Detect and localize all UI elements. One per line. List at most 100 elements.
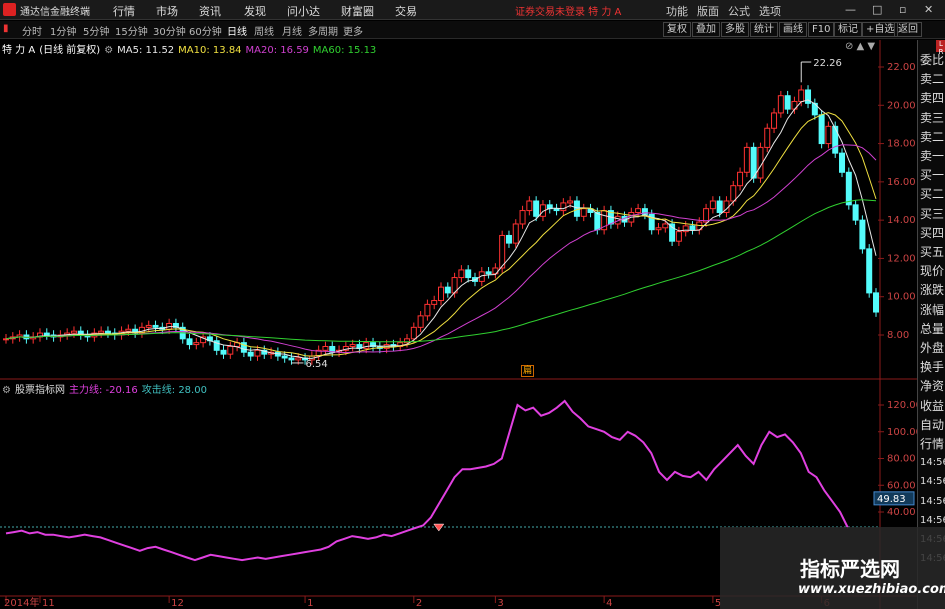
candle-body	[322, 345, 329, 351]
candle-body	[533, 200, 540, 217]
time-tick-label: 4	[606, 598, 612, 609]
price-tick-label: 20.00	[887, 100, 916, 111]
panel-item-17[interactable]: 净资	[920, 378, 945, 394]
price-tick-label: 8.00	[887, 330, 909, 341]
buy-signal-icon	[433, 523, 445, 532]
panel-item-15[interactable]: 外盘	[920, 340, 945, 356]
panel-item-5[interactable]: 卖一	[920, 148, 945, 164]
candle-body	[410, 326, 417, 340]
price-tick-label: 12.00	[887, 253, 916, 264]
candle-body	[295, 357, 302, 361]
ma5-label: MA5: 11.52	[117, 45, 175, 56]
candle-body	[505, 234, 512, 244]
corner-badge: L R	[936, 40, 945, 56]
candle-body	[798, 89, 805, 102]
candle-body	[764, 127, 771, 148]
panel-item-22[interactable]: 14:56	[920, 474, 945, 490]
panel-item-6[interactable]: 买一	[920, 167, 945, 183]
panel-item-12[interactable]: 涨跌	[920, 282, 945, 298]
candle-body	[573, 200, 580, 217]
candle-body	[567, 200, 574, 204]
candle-body	[288, 357, 295, 361]
candle-body	[145, 324, 152, 328]
panel-item-0[interactable]: 委比	[920, 52, 945, 68]
main-force-line-label: 主力线: -20.16	[68, 385, 138, 396]
panel-item-16[interactable]: 换手	[920, 359, 945, 375]
candle-body	[485, 271, 492, 275]
candle-body	[689, 225, 696, 231]
panel-item-21[interactable]: 14:56	[920, 455, 945, 471]
panel-item-1[interactable]: 卖二	[920, 71, 945, 87]
candle-body	[363, 342, 370, 349]
ind-tick-label: 60.00	[887, 480, 916, 491]
candle-body	[709, 200, 716, 210]
high-label: 22.26	[813, 58, 842, 69]
candle-body	[247, 351, 254, 357]
candle-body	[716, 200, 723, 213]
time-tick-label: 1	[307, 598, 313, 609]
panel-item-13[interactable]: 涨幅	[920, 302, 945, 318]
candle-body	[424, 303, 431, 317]
attack-line-label: 攻击线: 28.00	[141, 385, 207, 396]
ma10-label: MA10: 13.84	[178, 45, 242, 56]
candle-body	[526, 200, 533, 212]
panel-item-19[interactable]: 自动	[920, 417, 945, 433]
candle-body	[771, 112, 778, 129]
candle-body	[431, 300, 438, 305]
candle-body	[839, 152, 846, 173]
candle-body	[254, 349, 261, 357]
ind-current-value: 49.83	[877, 494, 906, 505]
candle-body	[553, 208, 560, 212]
indicator-gear-icon[interactable]: ⚙	[2, 385, 11, 396]
ma20-label: MA20: 16.59	[245, 45, 309, 56]
candle-body	[519, 210, 526, 225]
candle-body	[594, 211, 601, 231]
panel-item-9[interactable]: 买四	[920, 225, 945, 241]
candle-body	[845, 171, 852, 206]
candle-body	[465, 269, 472, 279]
candle-body	[675, 231, 682, 242]
candle-body	[125, 328, 132, 332]
candle-body	[512, 223, 519, 244]
panel-item-18[interactable]: 收益	[920, 398, 945, 414]
price-tick-label: 10.00	[887, 292, 916, 303]
main-chart-legend: 特 力 A (日线 前复权) ⚙ MA5: 11.52 MA10: 13.84 MA20:…	[2, 41, 380, 56]
candle-body	[104, 330, 111, 334]
candle-body	[186, 338, 193, 346]
watermark-url: www.xuezhibiao.com	[798, 582, 945, 597]
candle-body	[662, 223, 669, 229]
panel-item-20[interactable]: 行情	[920, 436, 945, 452]
adjust-mode: (日线 前复权)	[39, 45, 101, 56]
kline-chart[interactable]: 22.00 20.00 18.00 16.00 14.00 12.00 10.00 8.00 1…	[0, 0, 945, 609]
low-label: 6.54	[305, 359, 327, 370]
settings-gear-icon[interactable]: ⚙	[104, 45, 113, 56]
candle-body	[438, 286, 444, 302]
price-tick-label: 18.00	[887, 139, 916, 150]
panel-item-10[interactable]: 买五	[920, 244, 945, 260]
candle-body	[859, 219, 866, 250]
indicator-legend: ⚙ 股票指标网 主力线: -20.16 攻击线: 28.00	[2, 381, 211, 396]
ma5-line	[5, 99, 877, 359]
panel-item-7[interactable]: 买二	[920, 186, 945, 202]
panel-item-11[interactable]: 现价	[920, 263, 945, 279]
candle-body	[152, 324, 159, 328]
quote-side-panel: L R 委比 卖二 卖四 卖三 卖二 卖一 买一 买二 买三 买四 买五 现价 涨跌 涨幅 总量 外盘 换手 净资…	[917, 40, 945, 609]
panel-item-14[interactable]: 总量	[920, 321, 945, 337]
candle-body	[499, 234, 506, 269]
candle-body	[703, 208, 710, 223]
panel-item-8[interactable]: 买三	[920, 206, 945, 222]
price-tick-label: 22.00	[887, 62, 916, 73]
ma20-line	[5, 144, 877, 354]
panel-item-23[interactable]: 14:56	[920, 494, 945, 510]
panel-item-4[interactable]: 卖二	[920, 129, 945, 145]
candle-body	[730, 185, 737, 202]
candle-body	[737, 171, 744, 187]
panel-item-3[interactable]: 卖三	[920, 110, 945, 126]
chart-controls[interactable]: ⊘ ▲ ▼	[845, 41, 875, 52]
candle-body	[818, 114, 825, 145]
candle-body	[458, 269, 465, 279]
watermark-title: 指标严选网	[800, 557, 900, 581]
panel-item-2[interactable]: 卖四	[920, 90, 945, 106]
candle-body	[866, 248, 873, 294]
candle-body	[655, 227, 662, 231]
